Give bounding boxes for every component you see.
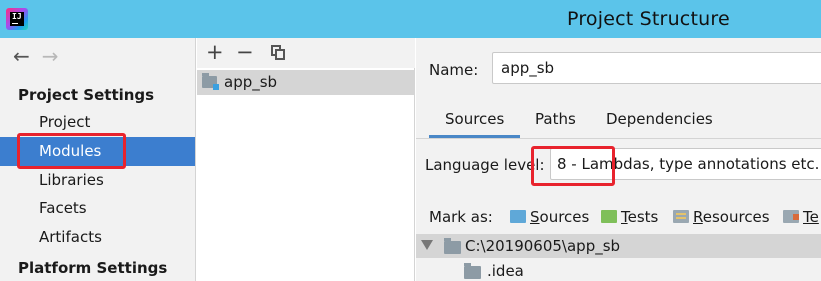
- tab-dependencies[interactable]: Dependencies: [606, 110, 713, 138]
- expand-triangle-icon[interactable]: [421, 240, 433, 250]
- window-title: Project Structure: [567, 8, 730, 30]
- project-settings-header: Project Settings: [18, 86, 155, 104]
- add-module-button[interactable]: +: [206, 41, 224, 63]
- resources-folder-icon: [673, 210, 689, 223]
- module-name: app_sb: [224, 73, 278, 91]
- forward-arrow-icon[interactable]: →: [42, 46, 59, 66]
- folder-icon: [464, 263, 481, 279]
- modules-list-panel: + − app_sb: [197, 38, 415, 281]
- remove-module-button[interactable]: −: [236, 41, 254, 63]
- mark-as-test-resources-button[interactable]: Te: [783, 208, 819, 226]
- tests-folder-icon: [601, 210, 617, 223]
- test-resources-folder-icon: [783, 210, 799, 223]
- module-list-item[interactable]: app_sb: [197, 70, 415, 95]
- title-bar: IJ Project Structure: [0, 0, 821, 38]
- tab-paths[interactable]: Paths: [535, 110, 576, 138]
- sidebar-item-libraries[interactable]: Libraries: [0, 166, 195, 195]
- module-name-input[interactable]: [492, 52, 821, 84]
- sidebar-item-artifacts[interactable]: Artifacts: [0, 223, 195, 252]
- mark-as-label: Mark as:: [429, 208, 493, 226]
- platform-settings-header: Platform Settings: [18, 259, 168, 277]
- name-label: Name:: [429, 61, 479, 79]
- module-details-panel: Name: Sources Paths Dependencies Languag…: [416, 38, 821, 281]
- module-folder-icon: [202, 73, 219, 90]
- intellij-idea-icon: IJ: [6, 8, 28, 30]
- content-root-row[interactable]: C:\20190605\app_sb: [416, 234, 821, 258]
- modules-highlight-box: [17, 133, 126, 169]
- history-navigation: ← →: [13, 46, 59, 66]
- sidebar-item-facets[interactable]: Facets: [0, 194, 195, 223]
- tabs-divider: [416, 138, 821, 139]
- sources-folder-icon: [510, 210, 526, 223]
- content-root-path: C:\20190605\app_sb: [465, 237, 621, 255]
- mark-as-resources-button[interactable]: Resources: [673, 208, 770, 226]
- back-arrow-icon[interactable]: ←: [13, 46, 30, 66]
- mark-as-sources-button[interactable]: Sources: [510, 208, 589, 226]
- folder-icon: [444, 238, 461, 254]
- idea-folder-label[interactable]: .idea: [487, 262, 524, 280]
- mark-as-tests-button[interactable]: Tests: [601, 208, 658, 226]
- modules-toolbar: + −: [197, 38, 415, 68]
- language-level-label: Language level:: [425, 156, 545, 174]
- language-level-highlight-box: [531, 146, 615, 186]
- tab-sources[interactable]: Sources: [429, 110, 520, 138]
- copy-module-icon[interactable]: [271, 45, 285, 60]
